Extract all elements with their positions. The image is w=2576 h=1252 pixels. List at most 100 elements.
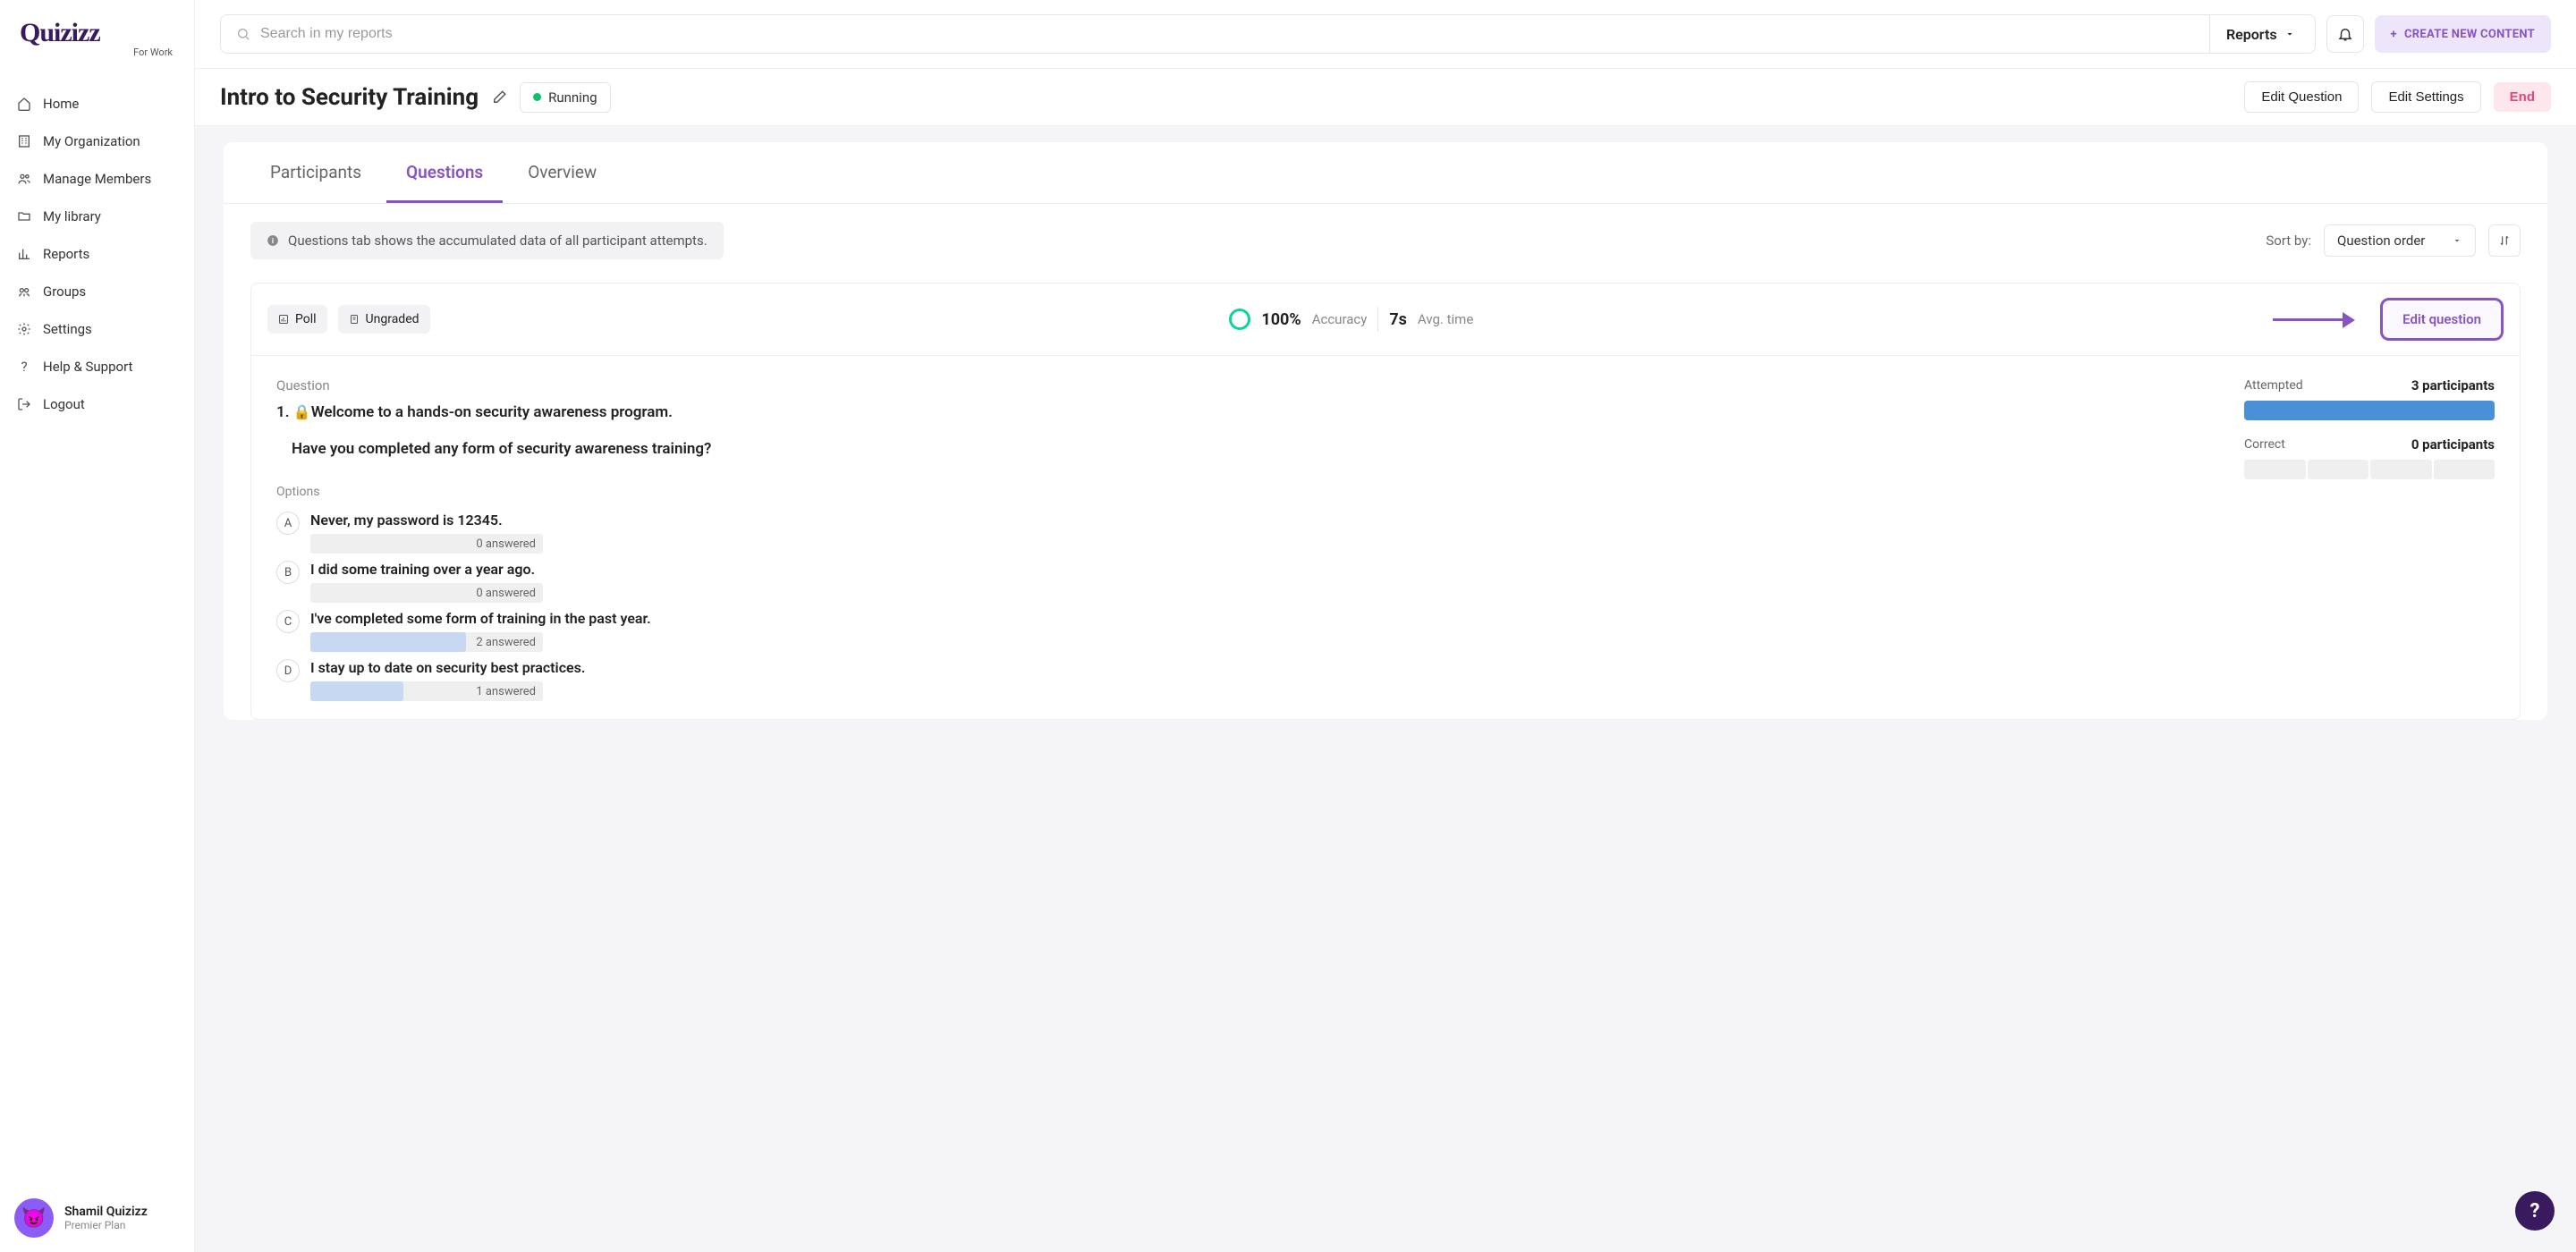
nav-label: Reports <box>43 246 89 262</box>
status-chip: Running <box>520 82 610 113</box>
question-stats: Attempted 3 participants Correct 0 parti… <box>2244 377 2495 708</box>
sort-icon <box>2498 234 2511 247</box>
option-text: I've completed some form of training in … <box>310 610 2208 627</box>
nav-library[interactable]: My library <box>0 198 194 235</box>
option-bar: 2 answered <box>310 632 543 652</box>
subbar: i Questions tab shows the accumulated da… <box>224 204 2547 277</box>
question-icon: ? <box>16 359 32 375</box>
edit-settings-button[interactable]: Edit Settings <box>2371 81 2480 113</box>
nav-label: My Organization <box>43 133 140 149</box>
question-label: Question <box>276 377 2208 393</box>
accuracy-value: 100% <box>1261 310 1301 329</box>
user-panel[interactable]: 😈 Shamil Quizizz Premier Plan <box>0 1184 194 1252</box>
logout-icon <box>16 396 32 412</box>
nav-label: Groups <box>43 283 86 300</box>
create-label: CREATE NEW CONTENT <box>2404 28 2535 41</box>
edit-question-button[interactable]: Edit Question <box>2244 81 2359 113</box>
home-icon <box>16 96 32 112</box>
chart-icon <box>16 246 32 262</box>
users-icon <box>16 171 32 187</box>
option-answered-count: 2 answered <box>469 636 543 649</box>
avg-time-label: Avg. time <box>1418 311 1473 327</box>
search-input[interactable] <box>260 26 2209 42</box>
option-answered-count: 1 answered <box>469 685 543 698</box>
end-button[interactable]: End <box>2494 82 2551 112</box>
option-letter: D <box>276 659 300 682</box>
nav-label: My library <box>43 208 101 224</box>
logo[interactable]: Quizizz For Work <box>0 0 194 65</box>
attempted-value: 3 participants <box>2411 377 2495 393</box>
edit-question-inline-button[interactable]: Edit question <box>2380 298 2504 341</box>
avatar: 😈 <box>14 1198 54 1238</box>
question-body: Question 1. 🔒Welcome to a hands-on secur… <box>251 356 2520 719</box>
option-bar: 1 answered <box>310 681 543 701</box>
bell-icon <box>2337 26 2353 42</box>
lock-icon: 🔒 <box>293 403 311 420</box>
create-content-button[interactable]: + CREATE NEW CONTENT <box>2375 15 2551 53</box>
correct-bar <box>2244 460 2495 479</box>
nav-org[interactable]: My Organization <box>0 123 194 160</box>
search-bar[interactable]: Reports <box>220 14 2316 54</box>
attempted-label: Attempted <box>2244 378 2303 393</box>
question-card: Poll Ungraded 100% Accuracy 7s Avg. time <box>250 283 2521 720</box>
option-text: Never, my password is 12345. <box>310 512 2208 529</box>
option-bar: 0 answered <box>310 583 543 603</box>
accuracy-label: Accuracy <box>1312 311 1368 327</box>
correct-row: Correct 0 participants <box>2244 436 2495 453</box>
building-icon <box>16 133 32 149</box>
notifications-button[interactable] <box>2326 15 2364 53</box>
tab-questions[interactable]: Questions <box>386 142 503 203</box>
correct-value: 0 participants <box>2411 436 2495 453</box>
content: Participants Questions Overview i Questi… <box>195 126 2576 1252</box>
nav-help[interactable]: ? Help & Support <box>0 348 194 385</box>
search-icon <box>235 26 251 42</box>
tab-overview[interactable]: Overview <box>508 142 616 203</box>
nav-members[interactable]: Manage Members <box>0 160 194 198</box>
accuracy-ring-icon <box>1229 309 1250 330</box>
tab-participants[interactable]: Participants <box>250 142 381 203</box>
question-content: Question 1. 🔒Welcome to a hands-on secur… <box>276 377 2208 708</box>
nav: Home My Organization Manage Members My l… <box>0 65 194 1184</box>
question-subtext: Have you completed any form of security … <box>276 437 2208 461</box>
ungraded-icon <box>349 314 360 325</box>
group-icon <box>16 283 32 300</box>
info-text: Questions tab shows the accumulated data… <box>288 233 708 249</box>
option-answered-count: 0 answered <box>469 587 543 600</box>
nav-home[interactable]: Home <box>0 85 194 123</box>
sort-direction-toggle[interactable] <box>2488 224 2521 257</box>
attempted-row: Attempted 3 participants <box>2244 377 2495 393</box>
logo-text: Quizizz <box>20 18 174 48</box>
main: Reports + CREATE NEW CONTENT Intro to Se… <box>195 0 2576 1252</box>
nav-settings[interactable]: Settings <box>0 310 194 348</box>
search-scope-dropdown[interactable]: Reports <box>2209 15 2301 53</box>
nav-label: Settings <box>43 321 92 337</box>
user-plan: Premier Plan <box>64 1219 148 1231</box>
avg-time-value: 7s <box>1389 310 1407 329</box>
svg-text:i: i <box>272 236 274 245</box>
option-row: DI stay up to date on security best prac… <box>276 659 2208 701</box>
status-dot-icon <box>533 93 541 101</box>
option-row: CI've completed some form of training in… <box>276 610 2208 652</box>
option-text: I did some training over a year ago. <box>310 561 2208 578</box>
search-scope-label: Reports <box>2226 26 2277 43</box>
nav-label: Manage Members <box>43 171 151 187</box>
info-icon: i <box>267 234 279 247</box>
sort-select[interactable]: Question order <box>2324 224 2476 257</box>
page-title: Intro to Security Training <box>220 84 479 111</box>
header: Reports + CREATE NEW CONTENT <box>195 0 2576 69</box>
gear-icon <box>16 321 32 337</box>
edit-title-icon[interactable] <box>491 89 507 106</box>
option-letter: A <box>276 512 300 535</box>
plus-icon: + <box>2391 28 2397 41</box>
nav-label: Logout <box>43 396 85 412</box>
nav-label: Help & Support <box>43 359 132 375</box>
user-name: Shamil Quizizz <box>64 1205 148 1219</box>
page-bar: Intro to Security Training Running Edit … <box>195 69 2576 126</box>
nav-reports[interactable]: Reports <box>0 235 194 273</box>
poll-icon <box>278 314 289 325</box>
sort-label: Sort by: <box>2266 233 2311 249</box>
nav-groups[interactable]: Groups <box>0 273 194 310</box>
nav-logout[interactable]: Logout <box>0 385 194 423</box>
question-card-header: Poll Ungraded 100% Accuracy 7s Avg. time <box>251 283 2520 356</box>
help-fab[interactable]: ? <box>2515 1191 2555 1231</box>
